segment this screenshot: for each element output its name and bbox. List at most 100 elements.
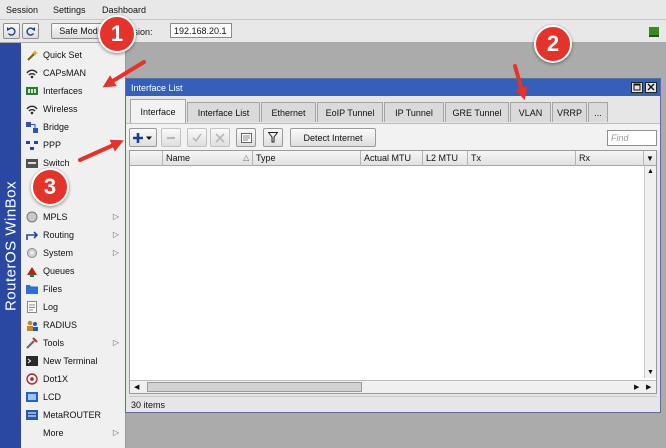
sidebar-item-bridge[interactable]: Bridge <box>21 118 126 136</box>
scroll-right-icon[interactable]: ▶ <box>634 383 639 391</box>
column-type[interactable]: Type <box>252 151 360 166</box>
detect-internet-button[interactable]: Detect Internet <box>290 128 376 147</box>
sidebar-item-wireless[interactable]: Wireless <box>21 100 126 118</box>
magic-wand-icon <box>26 49 38 61</box>
log-icon <box>26 301 38 313</box>
sidebar-item-tools[interactable]: Tools ▷ <box>21 334 126 352</box>
routing-icon <box>26 229 38 241</box>
sidebar-item-ppp[interactable]: PPP <box>21 136 126 154</box>
tab-vrrp[interactable]: VRRP <box>552 102 587 122</box>
tab-ethernet[interactable]: Ethernet <box>261 102 316 122</box>
sidebar-item-system[interactable]: System ▷ <box>21 244 126 262</box>
enable-button[interactable] <box>187 128 207 147</box>
sidebar-item-log[interactable]: Log <box>21 298 126 316</box>
scroll-left-icon[interactable]: ◀ <box>134 383 139 391</box>
column-l2-mtu[interactable]: L2 MTU <box>422 151 467 166</box>
bridge-icon <box>26 121 38 133</box>
submenu-arrow-icon: ▷ <box>112 212 119 221</box>
sidebar-item-label: Dot1X <box>43 374 69 384</box>
callout-step-3: 3 <box>31 168 69 206</box>
find-input[interactable]: Find <box>607 130 657 146</box>
sidebar-item-radius[interactable]: RADIUS <box>21 316 126 334</box>
sidebar-item-label: New Terminal <box>43 356 98 366</box>
sidebar-item-lcd[interactable]: LCD <box>21 388 126 406</box>
undo-button[interactable] <box>3 23 20 39</box>
scroll-thumb[interactable] <box>147 382 362 392</box>
sidebar-item-label: Interfaces <box>43 86 83 96</box>
minus-icon <box>167 136 175 139</box>
scroll-up-icon[interactable]: ▲ <box>647 168 654 175</box>
tab-interface-list[interactable]: Interface List <box>187 102 260 122</box>
add-button[interactable] <box>129 128 157 147</box>
column-name[interactable]: Name <box>162 151 252 166</box>
column-rx[interactable]: Rx <box>575 151 643 166</box>
interface-list-window: Interface List Interface Interface List … <box>125 78 661 413</box>
sidebar-item-label: Bridge <box>43 122 70 132</box>
sort-icon: △ <box>243 153 250 162</box>
close-button[interactable] <box>645 82 657 93</box>
menu-session[interactable]: Session <box>6 5 38 15</box>
sidebar-item-label: RADIUS <box>43 320 78 330</box>
sidebar-item-label: Queues <box>43 266 75 276</box>
sidebar-item-capsman[interactable]: CAPsMAN <box>21 64 126 82</box>
vertical-scrollbar[interactable]: ▲ ▼ <box>644 166 656 378</box>
sidebar-item-label: Log <box>43 302 59 312</box>
scroll-right-end-icon[interactable]: ▶ <box>646 383 651 391</box>
disable-button[interactable] <box>210 128 230 147</box>
mpls-icon <box>26 211 38 223</box>
sidebar-item-label: Quick Set <box>43 50 83 60</box>
sidebar-item-routing[interactable]: Routing ▷ <box>21 226 126 244</box>
sidebar-item-label: Routing <box>43 230 75 240</box>
filter-button[interactable] <box>263 128 283 147</box>
gear-icon <box>26 247 38 259</box>
sidebar-item-label: System <box>43 248 74 258</box>
column-menu-button[interactable]: ▼ <box>643 151 656 166</box>
sidebar-item-switch[interactable]: Switch <box>21 154 126 172</box>
tab-ip-tunnel[interactable]: IP Tunnel <box>384 102 444 122</box>
menu-bar: Session Settings Dashboard <box>0 0 666 20</box>
menu-dashboard[interactable]: Dashboard <box>102 5 146 15</box>
cross-icon <box>215 132 225 143</box>
sidebar-item-new-terminal[interactable]: New Terminal <box>21 352 126 370</box>
column-flags[interactable] <box>130 151 162 166</box>
scroll-down-icon[interactable]: ▼ <box>647 369 654 376</box>
column-tx[interactable]: Tx <box>467 151 575 166</box>
sidebar-item-files[interactable]: Files <box>21 280 126 298</box>
tab-eoip-tunnel[interactable]: EoIP Tunnel <box>317 102 383 122</box>
tab-gre-tunnel[interactable]: GRE Tunnel <box>445 102 509 122</box>
sidebar-item-label: Files <box>43 284 63 294</box>
tab-interface[interactable]: Interface <box>130 99 186 123</box>
sidebar-item-label: CAPsMAN <box>43 68 87 78</box>
sidebar-item-label: Switch <box>43 158 70 168</box>
menu-settings[interactable]: Settings <box>53 5 86 15</box>
redo-icon <box>26 26 35 36</box>
tab-more[interactable]: ... <box>588 102 608 122</box>
horizontal-scrollbar[interactable]: ◀ ▶ ▶ <box>130 380 656 393</box>
tab-vlan[interactable]: VLAN <box>510 102 551 122</box>
remove-button[interactable] <box>161 128 181 147</box>
sidebar-item-label: Tools <box>43 338 65 348</box>
restore-button[interactable] <box>631 82 643 93</box>
column-actual-mtu[interactable]: Actual MTU <box>360 151 422 166</box>
sidebar-item-more[interactable]: More ▷ <box>21 424 126 442</box>
submenu-arrow-icon: ▷ <box>112 428 119 437</box>
switch-icon <box>26 157 38 169</box>
comment-button[interactable] <box>236 128 256 147</box>
dot1x-icon <box>26 373 38 385</box>
sidebar-item-mpls[interactable]: MPLS ▷ <box>21 208 126 226</box>
sidebar-item-metarouter[interactable]: MetaROUTER <box>21 406 126 424</box>
sidebar-item-dot1x[interactable]: Dot1X <box>21 370 126 388</box>
chevron-down-icon: ▼ <box>646 154 654 163</box>
window-titlebar[interactable]: Interface List <box>126 79 660 96</box>
brand-strip: RouterOS WinBox <box>0 43 21 448</box>
brand-text: RouterOS WinBox <box>2 180 19 311</box>
comment-icon <box>240 132 252 143</box>
sidebar-item-interfaces[interactable]: Interfaces <box>21 82 126 100</box>
tools-icon <box>26 337 38 349</box>
undo-icon <box>7 26 16 36</box>
sidebar-item-label: More <box>43 428 64 438</box>
list-toolbar: Detect Internet Find <box>126 123 660 150</box>
sidebar-item-queues[interactable]: Queues <box>21 262 126 280</box>
wifi-icon <box>26 103 38 115</box>
redo-button[interactable] <box>22 23 39 39</box>
